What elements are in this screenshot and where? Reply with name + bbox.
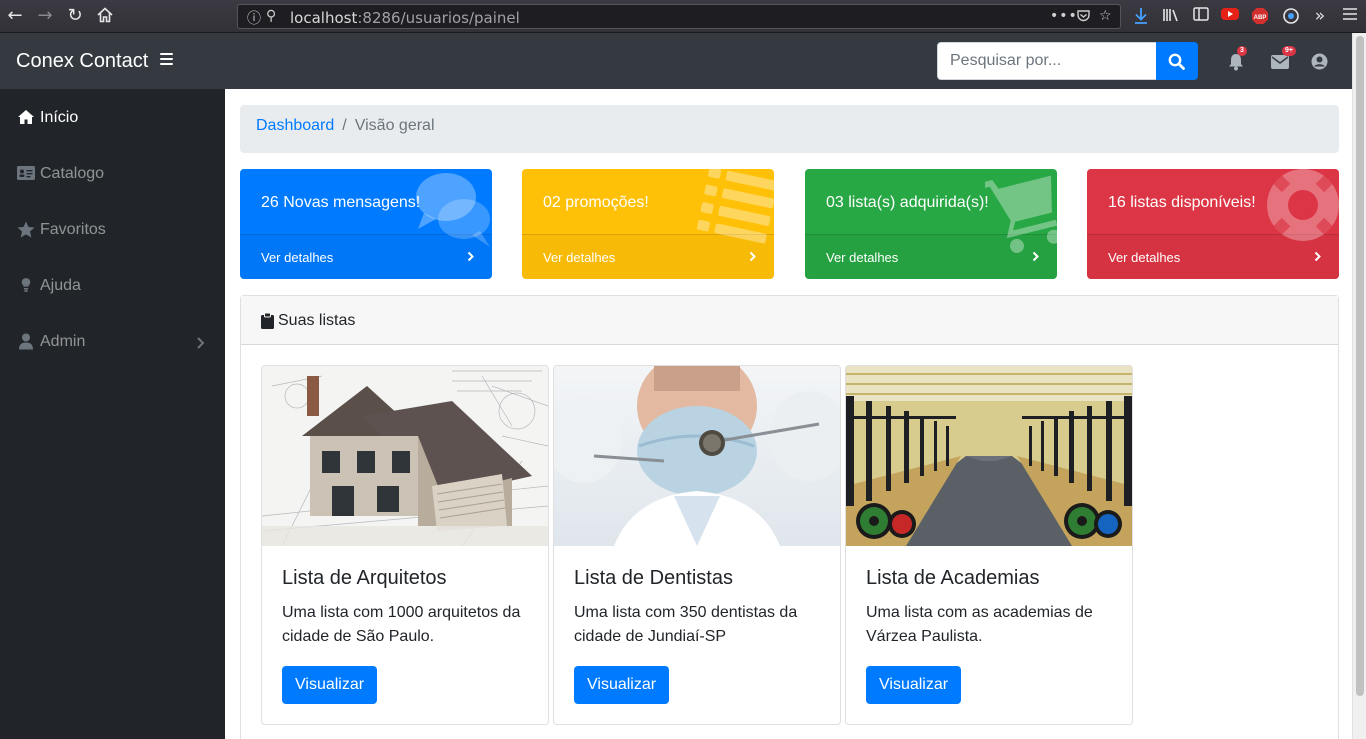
- svg-text:ABP: ABP: [1254, 15, 1267, 21]
- messages-button[interactable]: 9+: [1271, 46, 1296, 71]
- sidebar-item-inicio[interactable]: Início: [0, 89, 225, 145]
- chevron-right-icon: [196, 336, 205, 349]
- list-card-text: Uma lista com as academias de Várzea Pau…: [866, 604, 1093, 645]
- stat-text: 16 listas disponíveis!: [1108, 194, 1256, 211]
- bookmark-star-icon[interactable]: ☆: [1099, 8, 1112, 24]
- gym-photo: [846, 366, 1132, 546]
- view-list-button[interactable]: Visualizar: [574, 666, 670, 704]
- hamburger-menu-icon[interactable]: [1341, 7, 1359, 25]
- star-icon: [17, 221, 35, 239]
- home-icon: [17, 109, 35, 127]
- chevron-right-icon: [749, 251, 756, 262]
- stat-card-messages: 26 Novas mensagens! Ver detalhes: [240, 169, 492, 279]
- alerts-button[interactable]: 3: [1228, 46, 1247, 71]
- home-browser-icon[interactable]: [95, 6, 115, 26]
- sidebar-item-admin[interactable]: Admin: [0, 313, 225, 369]
- breadcrumb-dashboard-link[interactable]: Dashboard: [256, 117, 334, 134]
- brand-name[interactable]: Conex Contact: [16, 50, 148, 73]
- page-actions-icon[interactable]: •••: [1050, 8, 1078, 24]
- sidebar-item-label: Ajuda: [40, 277, 81, 294]
- lightbulb-icon: [17, 277, 35, 295]
- search-group: [937, 42, 1198, 80]
- stat-card-available: 16 listas disponíveis! Ver detalhes: [1087, 169, 1339, 279]
- messages-badge: 9+: [1282, 46, 1296, 56]
- list-card-title: Lista de Arquitetos: [282, 567, 447, 589]
- user-menu-button[interactable]: [1311, 53, 1329, 71]
- key-icon[interactable]: ⚲: [266, 8, 276, 24]
- forward-icon[interactable]: →: [35, 6, 55, 26]
- search-button[interactable]: [1156, 42, 1198, 80]
- stat-text: 26 Novas mensagens!: [261, 194, 421, 211]
- chevron-right-icon: [1314, 251, 1321, 262]
- page-scrollbar[interactable]: [1352, 33, 1366, 739]
- sidebar-item-label: Início: [40, 109, 79, 126]
- youtube-extension-icon[interactable]: [1221, 7, 1239, 25]
- privacy-extension-icon[interactable]: [1282, 7, 1300, 25]
- reload-icon[interactable]: ↻: [65, 6, 85, 26]
- breadcrumb-separator: /: [342, 117, 347, 134]
- view-list-button[interactable]: Visualizar: [866, 666, 962, 704]
- life-ring-icon: [1267, 169, 1339, 241]
- list-card-dentistas: Lista de Dentistas Uma lista com 350 den…: [553, 365, 841, 725]
- lists-title: Suas listas: [278, 312, 356, 329]
- comments-icon: [416, 173, 490, 247]
- search-input[interactable]: [937, 42, 1156, 80]
- clipboard-icon: [261, 312, 274, 329]
- sidebar-item-catalogo[interactable]: Catalogo: [0, 145, 225, 201]
- scrollbar-thumb[interactable]: [1356, 36, 1364, 696]
- breadcrumb: Dashboard / Visão geral: [240, 105, 1339, 153]
- stat-footer-label: Ver detalhes: [1108, 250, 1181, 265]
- sidebar-item-favoritos[interactable]: Favoritos: [0, 201, 225, 257]
- view-list-button[interactable]: Visualizar: [282, 666, 378, 704]
- back-icon[interactable]: ←: [5, 6, 25, 26]
- library-icon[interactable]: [1162, 7, 1180, 25]
- stat-footer-label: Ver detalhes: [543, 250, 616, 265]
- list-card-academias: Lista de Academias Uma lista com as acad…: [845, 365, 1133, 725]
- overflow-menu-icon[interactable]: »: [1311, 7, 1329, 25]
- sidebar: Início Catalogo Favoritos Ajuda Admin: [0, 89, 225, 739]
- envelope-icon: [1271, 55, 1289, 69]
- id-card-icon: [17, 165, 35, 183]
- info-icon[interactable]: ⓘ: [247, 8, 261, 28]
- list-icon: [696, 169, 774, 244]
- url-text[interactable]: localhost:8286/usuarios/painel: [290, 9, 520, 27]
- shopping-cart-icon: [985, 175, 1057, 253]
- sidebar-item-label: Admin: [40, 333, 86, 350]
- house-blueprint-photo: [262, 366, 548, 546]
- stat-text: 02 promoções!: [543, 194, 649, 211]
- adblock-icon[interactable]: ABP: [1251, 7, 1269, 25]
- breadcrumb-current: Visão geral: [354, 117, 435, 134]
- stat-card-promotions: 02 promoções! Ver detalhes: [522, 169, 774, 279]
- browser-toolbar: ← → ↻ ⓘ ⚲ localhost:8286/usuarios/painel…: [0, 0, 1366, 33]
- sidebar-toggle-icon[interactable]: [1192, 7, 1210, 25]
- list-card-arquitetos: Lista de Arquitetos Uma lista com 1000 a…: [261, 365, 549, 725]
- list-card-text: Uma lista com 1000 arquitetos da cidade …: [282, 604, 521, 645]
- sidebar-toggle-button[interactable]: [160, 53, 173, 65]
- stat-text: 03 lista(s) adquirida(s)!: [826, 194, 989, 211]
- stat-card-acquired: 03 lista(s) adquirida(s)! Ver detalhes: [805, 169, 1057, 279]
- url-bar[interactable]: ⓘ ⚲ localhost:8286/usuarios/painel ••• ☆: [237, 4, 1121, 29]
- dentist-photo: [554, 366, 840, 546]
- sidebar-item-ajuda[interactable]: Ajuda: [0, 257, 225, 313]
- alerts-badge: 3: [1237, 46, 1247, 56]
- top-navbar: Conex Contact 3 9+: [0, 33, 1352, 89]
- user-circle-icon: [1311, 53, 1328, 70]
- list-card-text: Uma lista com 350 dentistas da cidade de…: [574, 604, 798, 645]
- download-icon[interactable]: [1132, 7, 1150, 25]
- sidebar-item-label: Favoritos: [40, 221, 106, 238]
- stat-footer-label: Ver detalhes: [261, 250, 334, 265]
- user-icon: [17, 333, 35, 351]
- sidebar-item-label: Catalogo: [40, 165, 105, 182]
- chevron-right-icon: [467, 251, 474, 262]
- lists-header: Suas listas: [241, 296, 1338, 345]
- list-card-title: Lista de Dentistas: [574, 567, 733, 589]
- pocket-icon[interactable]: [1076, 8, 1091, 27]
- stat-footer-label: Ver detalhes: [826, 250, 899, 265]
- list-card-title: Lista de Academias: [866, 567, 1040, 589]
